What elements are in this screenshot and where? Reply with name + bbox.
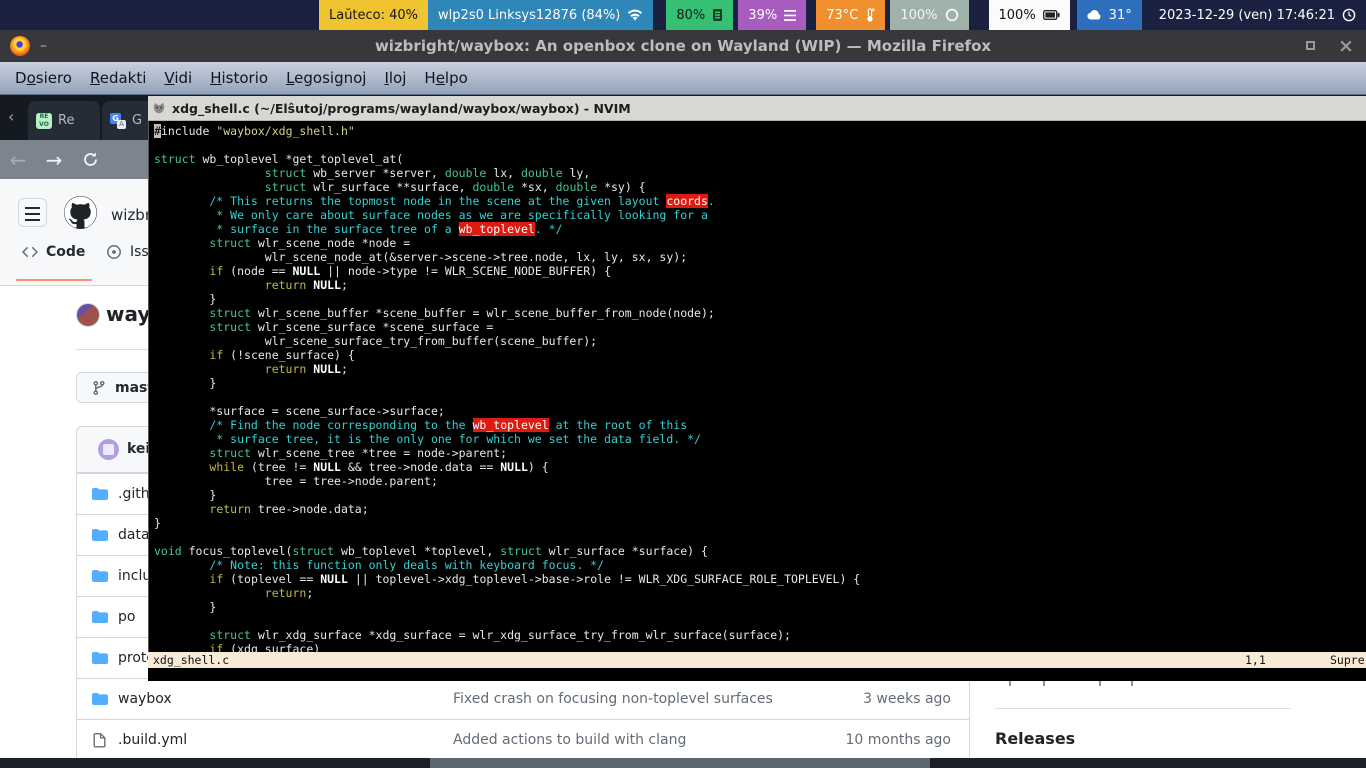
status-segment-battery[interactable]: 100% <box>989 0 1070 30</box>
sidebar-clipped-text <box>1003 681 1203 689</box>
network-icon <box>627 9 643 22</box>
file-row-.build.yml[interactable]: .build.yml Added actions to build with cl… <box>77 719 969 760</box>
file-name[interactable]: waybox <box>118 691 172 707</box>
terminal-app-icon <box>152 101 166 115</box>
commit-date: 3 weeks ago <box>863 691 951 707</box>
status-segment-cpu[interactable]: 80% <box>666 0 733 30</box>
active-tab-underline <box>16 279 92 281</box>
weather-icon <box>1087 10 1102 20</box>
folder-icon <box>92 650 108 670</box>
status-label: Laŭteco: 40% <box>329 8 418 23</box>
file-name[interactable]: po <box>118 609 135 625</box>
commit-message[interactable]: Fixed crash on focusing non-toplevel sur… <box>453 691 773 707</box>
cpu-icon <box>712 8 723 22</box>
firefox-menubar: DosieroRedaktiVidiHistorioLegosignojIloj… <box>0 62 1366 95</box>
close-button[interactable]: × <box>1338 33 1354 59</box>
nvim-command-line <box>148 668 1366 681</box>
folder-icon <box>92 568 108 588</box>
commit-date: 10 months ago <box>846 732 951 748</box>
commit-message[interactable]: Added actions to build with clang <box>453 732 686 748</box>
screen: Laŭteco: 40% wlp2s0 Linksys12876 (84%) 80%… <box>0 0 1366 768</box>
menu-vidi[interactable]: Vidi <box>155 69 201 87</box>
status-segment-clock[interactable]: 2023-12-29 (ven) 17:46:21 <box>1149 0 1366 30</box>
menu-redakti[interactable]: Redakti <box>81 69 155 87</box>
firefox-titlebar: – wizbright/waybox: An openbox clone on … <box>0 30 1366 62</box>
nvim-statusline: xdg_shell.c 1,1 Supre <box>148 652 1366 668</box>
nvim-buffer[interactable]: #include "waybox/xdg_shell.h"struct wb_t… <box>148 121 1366 652</box>
translate-favicon: GA <box>110 113 126 129</box>
folder-icon <box>92 691 108 711</box>
tab-code[interactable]: Code <box>22 244 85 260</box>
status-segment-weather[interactable]: 31° <box>1077 0 1142 30</box>
status-segment-network[interactable]: wlp2s0 Linksys12876 (84%) <box>428 0 653 30</box>
folder-icon <box>92 486 108 506</box>
status-label: 80% <box>676 8 705 23</box>
terminal-title: xdg_shell.c (~/Elŝutoj/programs/wayland/… <box>172 101 631 116</box>
menu-legosignoj[interactable]: Legosignoj <box>277 69 375 87</box>
terminal-titlebar[interactable]: xdg_shell.c (~/Elŝutoj/programs/wayland/… <box>148 96 1366 121</box>
tab-label: G <box>132 113 142 128</box>
committer-avatar[interactable] <box>98 439 119 460</box>
browser-tab-1[interactable]: REVO Re <box>28 101 100 140</box>
window-title: wizbright/waybox: An openbox clone on Wa… <box>0 30 1366 62</box>
hamburger-menu-button[interactable] <box>18 198 47 227</box>
battery-icon <box>1043 10 1060 20</box>
revo-favicon: REVO <box>36 113 52 129</box>
github-logo-icon[interactable] <box>64 196 97 229</box>
status-label: wlp2s0 Linksys12876 (84%) <box>438 8 620 23</box>
clock-icon <box>1342 8 1356 22</box>
status-segment-temperature[interactable]: 73°C <box>816 0 885 30</box>
status-segment-disk[interactable]: 100% <box>890 0 968 30</box>
status-segment-volume[interactable]: Laŭteco: 40% <box>319 0 428 30</box>
memory-icon <box>784 10 796 21</box>
file-row-waybox[interactable]: waybox Fixed crash on focusing non-toplev… <box>77 678 969 719</box>
menu-helpo[interactable]: Helpo <box>415 69 476 87</box>
status-label: 100% <box>900 8 937 23</box>
releases-heading: Releases <box>995 729 1075 748</box>
terminal-window: xdg_shell.c (~/Elŝutoj/programs/wayland/… <box>148 96 1366 681</box>
temperature-icon <box>865 8 875 23</box>
status-label: 2023-12-29 (ven) 17:46:21 <box>1159 8 1335 23</box>
horizontal-scrollbar[interactable] <box>0 758 1366 768</box>
status-label: 73°C <box>826 8 858 23</box>
menu-iloj[interactable]: Iloj <box>375 69 415 87</box>
reload-button[interactable] <box>72 151 108 168</box>
horizontal-scrollbar-thumb[interactable] <box>430 758 930 768</box>
menu-historio[interactable]: Historio <box>201 69 277 87</box>
back-button[interactable]: ← <box>0 148 36 172</box>
forward-button[interactable]: → <box>36 148 72 172</box>
maximize-button[interactable] <box>1306 41 1315 50</box>
tab-scroll-left-icon[interactable]: ‹ <box>8 107 14 126</box>
statusline-filename: xdg_shell.c <box>153 652 229 668</box>
system-status-bar: Laŭteco: 40% wlp2s0 Linksys12876 (84%) 80%… <box>0 0 1366 30</box>
folder-icon <box>92 609 108 629</box>
statusline-scroll-indicator: Supre <box>1330 652 1365 668</box>
tab-label: Re <box>58 113 74 128</box>
status-segment-memory[interactable]: 39% <box>738 0 806 30</box>
status-label: 39% <box>748 8 777 23</box>
status-label: 31° <box>1109 8 1132 23</box>
statusline-cursor-position: 1,1 <box>1245 652 1266 668</box>
file-name[interactable]: data <box>118 527 150 543</box>
disk-icon <box>945 8 959 22</box>
file-icon <box>92 732 108 752</box>
repo-avatar[interactable] <box>76 303 100 327</box>
menu-dosiero[interactable]: Dosiero <box>6 69 81 87</box>
file-name[interactable]: .build.yml <box>118 732 187 748</box>
tab-code-label: Code <box>46 244 85 260</box>
folder-icon <box>92 527 108 547</box>
status-label: 100% <box>999 8 1036 23</box>
divider <box>995 708 1291 709</box>
